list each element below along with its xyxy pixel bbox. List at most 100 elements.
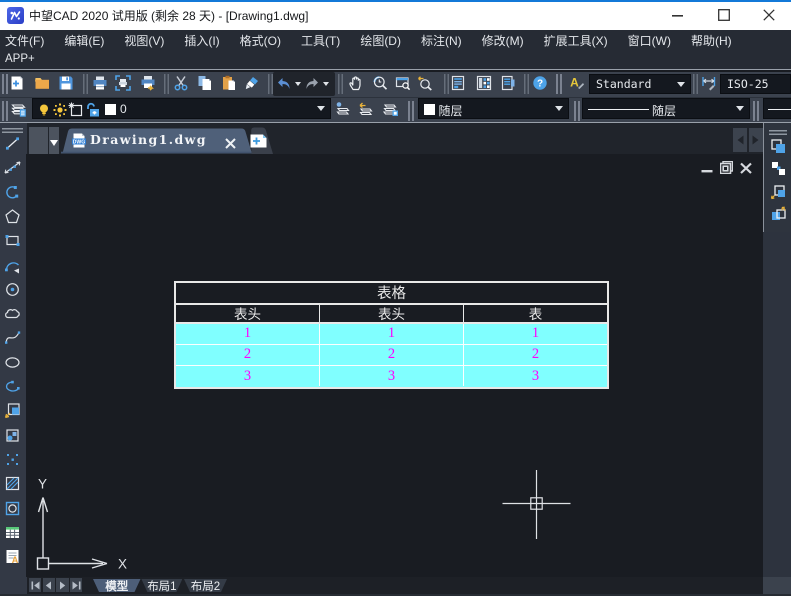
menu-item[interactable]: 绘图(D) [360,32,401,49]
scroll-tabs-left-button[interactable] [733,128,748,152]
layer-states-manager-icon[interactable] [382,101,398,117]
make-block-icon[interactable] [4,427,21,444]
match-properties-icon[interactable] [244,75,260,91]
last-tab-button[interactable] [70,578,82,592]
spline-icon[interactable] [4,329,21,346]
menu-item-app-plus[interactable]: APP+ [5,51,35,68]
toolbar-grip[interactable] [2,101,8,121]
polyline-icon[interactable] [4,184,21,201]
arc-icon[interactable] [4,257,21,274]
layer-on-bulb-icon[interactable] [37,103,51,117]
drawing-canvas[interactable]: 表格 表头表头表 111222333 Y X [26,154,763,577]
zoom-previous-icon[interactable] [417,75,433,91]
redo-icon[interactable] [304,76,320,92]
menu-item[interactable]: 帮助(H) [691,32,732,49]
minimize-button[interactable] [655,0,700,30]
menu-item[interactable]: 扩展工具(X) [544,32,608,49]
text-style-select[interactable]: Standard [589,74,691,94]
document-tab-close-icon[interactable] [225,136,236,147]
toolbar-grip[interactable] [2,74,8,94]
scroll-tabs-right-button[interactable] [749,128,764,152]
layer-previous-icon[interactable] [357,101,373,117]
toolbar-grip[interactable] [408,101,414,121]
properties-palette-icon[interactable] [450,75,466,91]
toolbar-grip[interactable] [574,101,580,121]
line-icon[interactable] [4,135,21,152]
ellipse-icon[interactable] [4,354,21,371]
plot-preview-icon[interactable] [115,75,131,91]
layer-properties-manager-icon[interactable] [10,101,26,117]
layer-name: 0 [120,102,127,116]
zoom-realtime-icon[interactable] [372,75,388,91]
menu-item[interactable]: 视图(V) [124,32,164,49]
offset-icon[interactable] [770,184,787,201]
rectangle-icon[interactable] [4,232,21,249]
copy-icon[interactable] [197,75,213,91]
menu-item[interactable]: 文件(F) [5,32,44,49]
help-icon[interactable]: ? [532,75,548,91]
table-icon[interactable] [4,524,21,541]
dock-blank-button[interactable] [29,127,48,154]
layout1-tab[interactable]: 布局1 [141,579,182,592]
maximize-button[interactable] [701,0,746,30]
save-icon[interactable] [58,75,74,91]
previous-tab-button[interactable] [43,578,55,592]
pan-icon[interactable] [348,75,364,91]
dim-style-icon[interactable] [701,75,717,91]
polygon-icon[interactable] [4,208,21,225]
layer-color-swatch[interactable] [105,104,116,115]
menu-item[interactable]: 工具(T) [301,32,340,49]
design-center-icon[interactable] [476,75,492,91]
child-minimize-icon[interactable] [701,161,713,173]
text-style-icon[interactable]: A [569,75,585,91]
layer-thaw-sun-icon[interactable] [53,103,67,117]
layer-select[interactable]: 0 [32,98,331,119]
zoom-window-icon[interactable] [395,75,411,91]
child-close-icon[interactable] [740,161,752,173]
menu-item[interactable]: 编辑(E) [64,32,104,49]
copy-object-icon[interactable] [770,138,787,155]
first-tab-button[interactable] [29,578,41,592]
menu-item[interactable]: 修改(M) [482,32,524,49]
toolbar-grip[interactable] [556,74,562,94]
child-restore-icon[interactable] [720,161,732,173]
model-tab[interactable]: 模型 [93,579,141,592]
explode-icon[interactable] [770,160,787,177]
tool-palettes-icon[interactable] [500,75,516,91]
publish-icon[interactable] [140,75,156,91]
layer-unlock-icon[interactable] [85,102,101,118]
region-icon[interactable] [4,500,21,517]
hatch-icon[interactable] [4,475,21,492]
plot-icon[interactable] [92,75,108,91]
lineweight-select[interactable] [763,98,791,119]
point-icon[interactable] [4,451,21,468]
insert-block-icon[interactable] [4,402,21,419]
menu-item[interactable]: 插入(I) [184,32,219,49]
dim-style-select[interactable]: ISO-25 [720,74,791,94]
undo-icon[interactable] [276,76,292,92]
color-select[interactable]: 随层 [418,98,570,119]
paste-icon[interactable] [221,75,237,91]
close-button[interactable] [746,0,791,30]
mtext-icon[interactable]: A [4,548,21,565]
layout2-tab[interactable]: 布局2 [184,579,227,592]
next-tab-button[interactable] [56,578,68,592]
cut-icon[interactable] [173,75,189,91]
circle-icon[interactable] [4,281,21,298]
linetype-select[interactable]: 随层 [582,98,750,119]
toolbar-grip[interactable] [753,101,759,121]
layer-viewport-freeze-icon[interactable] [68,102,83,117]
menu-item[interactable]: 窗口(W) [628,32,671,49]
menu-item[interactable]: 标注(N) [421,32,462,49]
make-object-layer-current-icon[interactable] [334,101,350,117]
construction-line-icon[interactable] [4,159,21,176]
ellipse-arc-icon[interactable] [4,378,21,395]
redo-dropdown-icon[interactable] [323,82,329,86]
new-file-icon[interactable] [9,75,25,91]
cad-table-body: 111222333 [176,324,607,387]
revision-cloud-icon[interactable] [4,305,21,322]
open-folder-icon[interactable] [34,75,50,91]
undo-dropdown-icon[interactable] [295,82,301,86]
menu-item[interactable]: 格式(O) [240,32,281,49]
rotate-icon[interactable] [770,206,787,223]
